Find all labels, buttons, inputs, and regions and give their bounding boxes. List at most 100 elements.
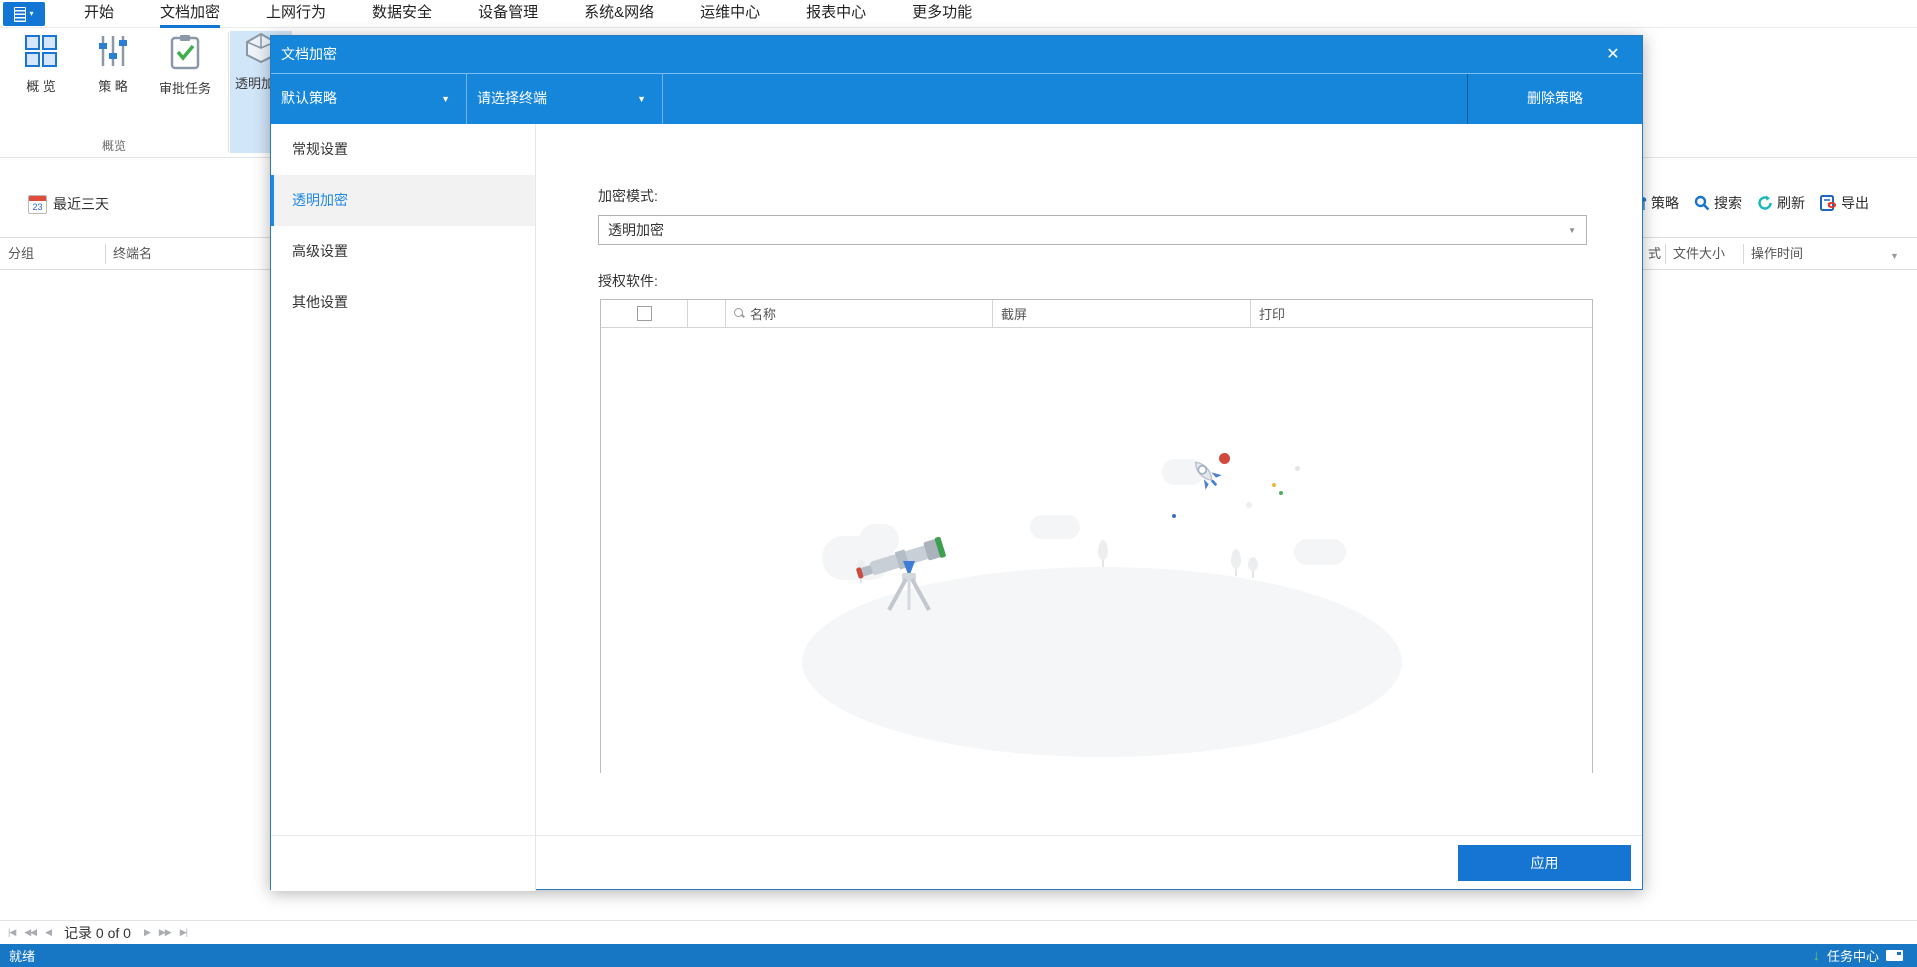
search-label: 搜索 [1714, 195, 1742, 211]
empty-state-illustration [601, 328, 1592, 774]
column-chevron-down-icon[interactable]: ▼ [1890, 251, 1899, 261]
ribbon-separator [228, 32, 229, 152]
tab-system-network[interactable]: 系统&网络 [584, 0, 654, 28]
column-separator [1665, 244, 1666, 264]
blue-dot [1172, 514, 1176, 518]
policy-select-dropdown[interactable]: 默认策略 ▼ [271, 74, 467, 124]
policy-tool-label: 策略 [1651, 195, 1679, 211]
ribbon-group-label: 概览 [101, 139, 126, 153]
tree-shape [1248, 557, 1258, 578]
dialog-sidebar: 常规设置 透明加密 高级设置 其他设置 [271, 124, 536, 891]
authorized-software-table: 名称 截屏 打印 [600, 299, 1593, 774]
policy-select-value: 默认策略 [281, 90, 337, 106]
refresh-label: 刷新 [1777, 195, 1805, 211]
tab-start[interactable]: 开始 [84, 0, 114, 28]
pagination-bar: |◀ ◀◀ ◀ 记录 0 of 0 ▶ ▶▶ ▶| [0, 920, 1917, 944]
approval-tasks-button[interactable]: 审批任务 [152, 34, 218, 110]
nav-general-settings[interactable]: 常规设置 [271, 124, 535, 175]
background-toolbar: 策略 搜索 刷新 导出 [1632, 193, 1869, 213]
gray-dot [1246, 502, 1252, 508]
gray-dot [1295, 466, 1300, 471]
dialog-toolbar: 默认策略 ▼ 请选择终端 ▼ 删除策略 [271, 74, 1642, 124]
name-column[interactable]: 名称 [726, 300, 993, 327]
app-menu-button[interactable]: ▾ [3, 2, 45, 26]
screen: ▾ 开始 文档加密 上网行为 数据安全 设备管理 系统&网络 运维中心 报表中心… [0, 0, 1917, 967]
column-optime[interactable]: 操作时间 [1751, 238, 1803, 269]
document-icon [14, 6, 27, 22]
column-terminal[interactable]: 终端名 [113, 238, 152, 269]
column-partial[interactable]: 式 [1648, 238, 1661, 269]
fast-prev-button[interactable]: ◀◀ [24, 927, 37, 938]
apply-button[interactable]: 应用 [1458, 845, 1631, 881]
tab-more-features[interactable]: 更多功能 [912, 0, 972, 28]
chevron-down-icon: ▼ [637, 94, 646, 104]
tab-web-behavior[interactable]: 上网行为 [266, 0, 326, 28]
telescope-illustration [856, 536, 946, 611]
encrypt-mode-label: 加密模式: [598, 188, 658, 204]
doc-encryption-dialog: 文档加密 ✕ 默认策略 ▼ 请选择终端 ▼ 删除策略 常规设置 透明加密 高级设… [270, 35, 1643, 891]
refresh-button[interactable]: 刷新 [1757, 193, 1805, 213]
refresh-icon [1758, 195, 1772, 210]
column-group[interactable]: 分组 [8, 238, 34, 269]
task-center-button[interactable]: 任务中心 [1827, 946, 1879, 965]
green-dot [1279, 491, 1283, 495]
select-all-checkbox[interactable] [636, 306, 652, 321]
clipboard-check-icon [170, 35, 200, 70]
tab-data-security[interactable]: 数据安全 [372, 0, 432, 28]
prev-page-button[interactable]: ◀ [45, 927, 52, 938]
chevron-down-icon: ▼ [1568, 226, 1576, 235]
dialog-title: 文档加密 [281, 46, 337, 62]
terminal-select-dropdown[interactable]: 请选择终端 ▼ [467, 74, 663, 124]
cloud-shape [1030, 515, 1080, 539]
close-icon[interactable]: ✕ [1602, 44, 1624, 66]
export-icon [1820, 195, 1837, 211]
encrypt-mode-value: 透明加密 [608, 222, 664, 238]
terminal-select-value: 请选择终端 [477, 90, 547, 106]
policy-button[interactable]: 策 略 [80, 34, 146, 110]
print-column[interactable]: 打印 [1251, 300, 1592, 327]
status-bar: 就绪 ↓ 任务中心 [0, 944, 1917, 967]
nav-other-settings[interactable]: 其他设置 [271, 277, 535, 328]
tab-device-mgmt[interactable]: 设备管理 [478, 0, 538, 28]
delete-policy-button[interactable]: 删除策略 [1467, 74, 1642, 124]
screenshot-column-label: 截屏 [1001, 307, 1028, 322]
date-filter-recent-3-days[interactable]: 23 最近三天 [28, 194, 109, 214]
column-separator [1743, 244, 1744, 264]
export-button[interactable]: 导出 [1820, 193, 1869, 213]
encrypt-mode-select[interactable]: 透明加密 ▼ [598, 215, 1587, 245]
grid-icon [25, 35, 57, 67]
last-page-button[interactable]: ▶| [180, 927, 188, 938]
chevron-down-icon: ▼ [441, 94, 450, 104]
ribbon-group-overview: 概 览 策 略 审批任务 概览 [0, 28, 228, 158]
tab-ops-center[interactable]: 运维中心 [700, 0, 760, 28]
footer-divider [271, 835, 1642, 836]
name-column-label: 名称 [750, 307, 777, 322]
screenshot-column[interactable]: 截屏 [993, 300, 1251, 327]
window-icon[interactable] [1886, 950, 1903, 961]
date-filter-label: 最近三天 [53, 196, 109, 212]
nav-advanced-settings[interactable]: 高级设置 [271, 226, 535, 277]
dialog-title-bar: 文档加密 ✕ [271, 36, 1642, 74]
nav-transparent-encryption[interactable]: 透明加密 [271, 175, 535, 226]
empty-column [688, 300, 726, 327]
auth-software-label: 授权软件: [598, 273, 658, 289]
print-column-label: 打印 [1259, 307, 1286, 322]
cloud-shape [1294, 539, 1346, 565]
tab-doc-encryption[interactable]: 文档加密 [160, 0, 221, 28]
tab-report-center[interactable]: 报表中心 [806, 0, 866, 28]
search-button[interactable]: 搜索 [1694, 193, 1742, 213]
fast-next-button[interactable]: ▶▶ [159, 927, 172, 938]
chevron-down-icon: ▾ [29, 9, 34, 18]
column-filesize[interactable]: 文件大小 [1673, 238, 1725, 269]
status-ready: 就绪 [9, 949, 36, 964]
next-page-button[interactable]: ▶ [144, 927, 151, 938]
overview-button[interactable]: 概 览 [8, 34, 74, 110]
record-count: 记录 0 of 0 [64, 924, 131, 941]
select-all-cell [601, 300, 688, 327]
calendar-icon: 23 [28, 194, 47, 214]
menu-bar: ▾ 开始 文档加密 上网行为 数据安全 设备管理 系统&网络 运维中心 报表中心… [0, 0, 1917, 28]
yellow-dot [1272, 483, 1276, 487]
download-arrow-icon: ↓ [1812, 947, 1820, 964]
first-page-button[interactable]: |◀ [8, 927, 16, 938]
policy-label: 策 略 [98, 79, 128, 94]
